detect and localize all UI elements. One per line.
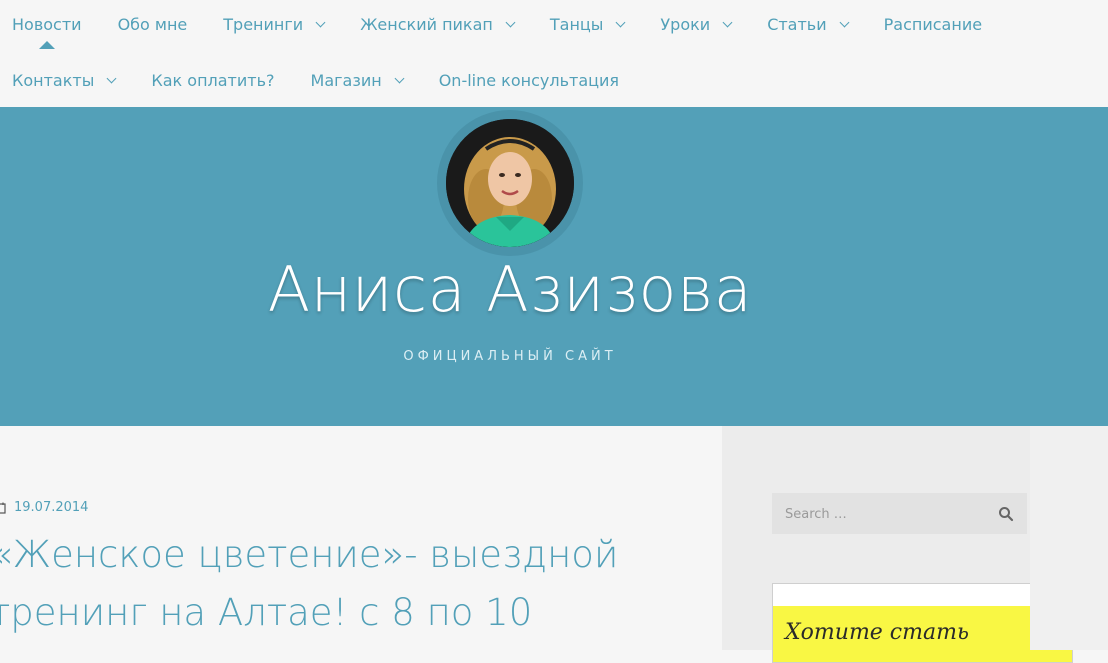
chevron-down-icon [615, 17, 626, 27]
nav-item-label: Контакты [12, 70, 95, 90]
nav-item-label: Новости [12, 14, 82, 34]
avatar[interactable] [446, 119, 574, 247]
main-content: 19.07.2014 «Женское цветение»- выездной … [0, 426, 722, 650]
nav-item-label: Уроки [660, 14, 711, 34]
nav-item-articles[interactable]: Статьи [755, 15, 859, 34]
nav-item-label: Женский пикап [360, 14, 493, 34]
chevron-down-icon [394, 73, 405, 83]
nav-item-pickup[interactable]: Женский пикап [348, 15, 526, 34]
chevron-down-icon [106, 73, 117, 83]
promo-banner[interactable]: Хотите стать [772, 583, 1073, 663]
nav-item-trainings[interactable]: Тренинги [211, 15, 336, 34]
nav-item-label: Магазин [310, 70, 382, 90]
active-indicator-icon [38, 40, 55, 49]
nav-item-lessons[interactable]: Уроки [648, 15, 743, 34]
nav-item-label: Как оплатить? [151, 70, 275, 90]
nav-item-about[interactable]: Обо мне [106, 15, 200, 34]
nav-item-dances[interactable]: Танцы [538, 15, 637, 34]
site-title[interactable]: Аниса Азизова [0, 253, 1020, 326]
site-description: ОФИЦИАЛЬНЫЙ САЙТ [403, 349, 617, 364]
nav-item-schedule[interactable]: Расписание [872, 15, 994, 34]
chevron-down-icon [315, 17, 326, 27]
post-date[interactable]: 19.07.2014 [14, 500, 88, 515]
nav-item-label: Танцы [549, 14, 604, 34]
search-icon[interactable] [998, 506, 1014, 522]
nav-row-1: Новости Обо мне Тренинги Женский пикап Т… [0, 0, 1006, 49]
nav-item-how-to-pay[interactable]: Как оплатить? [139, 71, 286, 90]
post-title[interactable]: «Женское цветение»- выездной тренинг на … [0, 526, 710, 642]
calendar-icon [0, 502, 6, 514]
nav-item-label: On-line консультация [438, 70, 620, 90]
main-navigation: Новости Обо мне Тренинги Женский пикап Т… [0, 0, 1108, 107]
sidebar: Хотите стать [722, 426, 1073, 663]
nav-item-label: Расписание [883, 14, 983, 34]
chevron-down-icon [505, 17, 516, 27]
site-header: Аниса Азизова ОФИЦИАЛЬНЫЙ САЙТ [0, 107, 1108, 426]
nav-item-news[interactable]: Новости [0, 14, 94, 49]
nav-item-label: Обо мне [117, 14, 188, 34]
page-margin [1030, 426, 1108, 650]
avatar-ring [437, 110, 583, 256]
nav-item-shop[interactable]: Магазин [299, 71, 415, 90]
search-input[interactable] [783, 494, 987, 535]
post-meta: 19.07.2014 [0, 500, 88, 515]
nav-row-2: Контакты Как оплатить? Магазин On-line к… [0, 56, 643, 104]
nav-item-label: Тренинги [223, 14, 304, 34]
avatar-photo [446, 119, 574, 247]
chevron-down-icon [839, 17, 850, 27]
nav-item-online-consultation[interactable]: On-line консультация [427, 71, 631, 90]
nav-item-contacts[interactable]: Контакты [0, 71, 127, 90]
chevron-down-icon [722, 17, 733, 27]
banner-text: Хотите стать [785, 620, 969, 645]
search-form [772, 493, 1027, 535]
nav-item-label: Статьи [767, 14, 827, 34]
